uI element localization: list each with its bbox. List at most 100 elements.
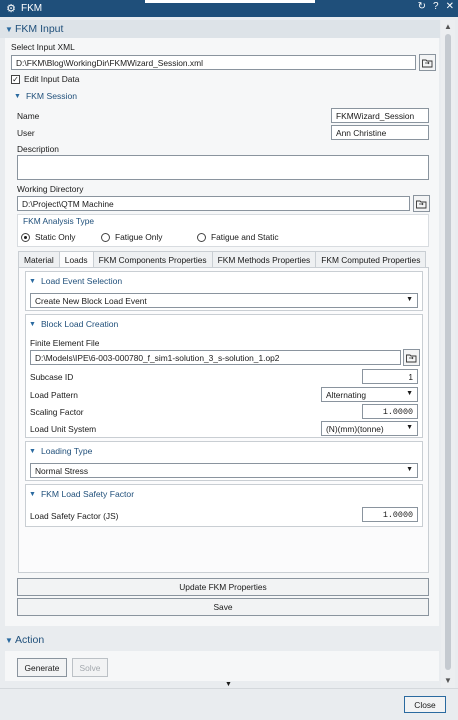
- chevron-down-icon: ▼: [29, 447, 36, 455]
- title-accent: [145, 0, 315, 3]
- subcase-label: Subcase ID: [30, 372, 74, 382]
- gear-icon: ⚙: [6, 2, 16, 15]
- scaling-factor-input[interactable]: 1.0000: [362, 404, 418, 419]
- block-load-group: ▼ Block Load Creation Finite Element Fil…: [25, 314, 423, 438]
- tab-material[interactable]: Material: [18, 251, 60, 268]
- subcase-input[interactable]: 1: [362, 369, 418, 384]
- tab-fkm-methods-properties[interactable]: FKM Methods Properties: [211, 251, 317, 268]
- solve-button[interactable]: Solve: [72, 658, 108, 677]
- scrollbar-thumb[interactable]: [445, 34, 451, 670]
- radio-label: Fatigue Only: [115, 232, 163, 242]
- loading-type-value: Normal Stress: [35, 466, 89, 476]
- working-dir-input[interactable]: D:\Project\QTM Machine: [17, 196, 410, 211]
- radio-label: Fatigue and Static: [211, 232, 279, 242]
- loading-type-header[interactable]: ▼ Loading Type: [29, 446, 92, 456]
- fkm-input-title: FKM Input: [15, 23, 64, 35]
- select-xml-label: Select Input XML: [11, 42, 75, 52]
- checkbox-box: ✓: [11, 74, 20, 84]
- fkm-session-header[interactable]: ▼ FKM Session: [14, 91, 77, 101]
- properties-tabs: Material Loads FKM Components Properties…: [18, 251, 427, 268]
- load-pattern-select[interactable]: Alternating ▼: [321, 387, 418, 402]
- action-panel: Generate Solve: [5, 651, 439, 681]
- working-dir-browse-button[interactable]: [413, 195, 430, 212]
- radio-dot: [197, 232, 206, 242]
- chevron-down-icon: ▼: [29, 277, 36, 285]
- window-title: FKM: [21, 3, 43, 14]
- loads-tab-content: ▼ Load Event Selection Create New Block …: [18, 267, 429, 573]
- session-name-input[interactable]: FKMWizard_Session: [331, 108, 429, 123]
- safety-factor-group: ▼ FKM Load Safety Factor Load Safety Fac…: [25, 484, 423, 527]
- xml-path-input[interactable]: D:\FKM\Blog\WorkingDir\FKMWizard_Session…: [11, 55, 416, 70]
- load-unit-select[interactable]: (N)(mm)(tonne) ▼: [321, 421, 418, 436]
- load-event-select[interactable]: Create New Block Load Event ▼: [30, 293, 418, 308]
- load-event-value: Create New Block Load Event: [35, 296, 147, 306]
- load-unit-label: Load Unit System: [30, 424, 97, 434]
- analysis-type-title: FKM Analysis Type: [23, 216, 95, 226]
- scroll-up-icon[interactable]: ▲: [444, 22, 452, 31]
- radio-dot: [101, 232, 110, 242]
- name-label: Name: [17, 111, 40, 121]
- safety-factor-input[interactable]: 1.0000: [362, 507, 418, 522]
- save-button[interactable]: Save: [17, 598, 429, 616]
- working-dir-label: Working Directory: [17, 184, 84, 194]
- safety-factor-label: Load Safety Factor (JS): [30, 511, 119, 521]
- tab-fkm-components-properties[interactable]: FKM Components Properties: [92, 251, 213, 268]
- generate-button[interactable]: Generate: [17, 658, 67, 677]
- refresh-icon[interactable]: ↻: [418, 1, 426, 12]
- more-content-icon[interactable]: ▼: [225, 681, 232, 688]
- fe-file-input[interactable]: D:\Models\IPE\6-003-000780_f_sim1-soluti…: [30, 350, 401, 365]
- loading-type-title: Loading Type: [40, 446, 93, 456]
- scaling-factor-label: Scaling Factor: [30, 407, 84, 417]
- load-unit-value: (N)(mm)(tonne): [326, 424, 384, 434]
- titlebar-controls: ↻ ? ✕: [418, 1, 454, 12]
- radio-fatigue-only[interactable]: Fatigue Only: [101, 232, 162, 242]
- action-title: Action: [15, 634, 45, 646]
- fe-file-label: Finite Element File: [30, 338, 100, 348]
- description-label: Description: [17, 144, 59, 154]
- folder-open-icon: [406, 354, 417, 362]
- loading-type-select[interactable]: Normal Stress ▼: [30, 463, 418, 478]
- fe-file-browse-button[interactable]: [403, 349, 420, 366]
- chevron-down-icon: ▼: [5, 635, 13, 645]
- folder-open-icon: [422, 59, 433, 67]
- load-pattern-label: Load Pattern: [30, 390, 78, 400]
- radio-fatigue-and-static[interactable]: Fatigue and Static: [197, 232, 279, 242]
- load-event-title: Load Event Selection: [40, 276, 123, 286]
- radio-dot: [21, 232, 30, 242]
- folder-open-icon: [416, 200, 427, 208]
- tab-loads[interactable]: Loads: [58, 251, 94, 268]
- update-fkm-properties-button[interactable]: Update FKM Properties: [17, 578, 429, 596]
- fkm-input-header[interactable]: ▼ FKM Input: [0, 20, 440, 38]
- chevron-down-icon: ▼: [29, 490, 36, 498]
- fkm-session-title: FKM Session: [25, 91, 78, 101]
- chevron-down-icon: ▼: [406, 424, 413, 431]
- edit-input-checkbox[interactable]: ✓ Edit Input Data: [11, 74, 79, 84]
- safety-factor-header[interactable]: ▼ FKM Load Safety Factor: [29, 489, 134, 499]
- chevron-down-icon: ▼: [29, 320, 36, 328]
- scroll-down-icon[interactable]: ▼: [444, 676, 452, 685]
- safety-factor-title: FKM Load Safety Factor: [40, 489, 135, 499]
- edit-input-label: Edit Input Data: [24, 74, 80, 84]
- description-input[interactable]: [17, 155, 429, 180]
- tab-fkm-computed-properties[interactable]: FKM Computed Properties: [315, 251, 427, 268]
- chevron-down-icon: ▼: [406, 390, 413, 397]
- load-event-group: ▼ Load Event Selection Create New Block …: [25, 271, 423, 311]
- close-icon[interactable]: ✕: [446, 1, 454, 12]
- radio-label: Static Only: [35, 232, 76, 242]
- loading-type-group: ▼ Loading Type Normal Stress ▼: [25, 441, 423, 481]
- close-button[interactable]: Close: [404, 696, 446, 713]
- chevron-down-icon: ▼: [5, 24, 13, 34]
- help-icon[interactable]: ?: [433, 1, 439, 12]
- xml-browse-button[interactable]: [419, 54, 436, 71]
- block-load-title: Block Load Creation: [40, 319, 119, 329]
- user-label: User: [17, 128, 35, 138]
- chevron-down-icon: ▼: [406, 466, 413, 473]
- chevron-down-icon: ▼: [14, 92, 21, 100]
- user-input[interactable]: Ann Christine: [331, 125, 429, 140]
- chevron-down-icon: ▼: [406, 296, 413, 303]
- action-header[interactable]: ▼ Action: [0, 631, 440, 649]
- block-load-header[interactable]: ▼ Block Load Creation: [29, 319, 118, 329]
- radio-static-only[interactable]: Static Only: [21, 232, 76, 242]
- dialog-footer: Close: [0, 688, 458, 720]
- load-event-header[interactable]: ▼ Load Event Selection: [29, 276, 122, 286]
